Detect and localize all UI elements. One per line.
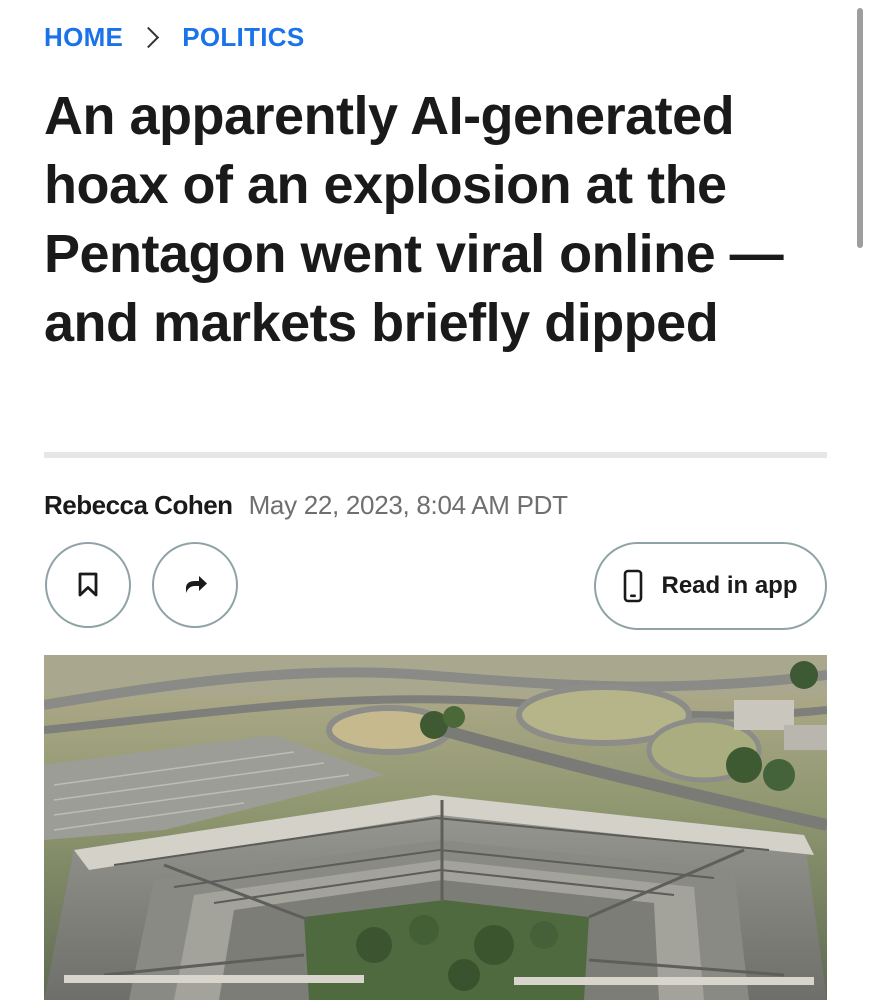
bookmark-button[interactable] <box>45 542 131 628</box>
author-name[interactable]: Rebecca Cohen <box>44 490 233 521</box>
breadcrumb-section-link[interactable]: POLITICS <box>182 22 304 53</box>
chevron-right-icon <box>138 26 160 49</box>
publish-date: May 22, 2023, 8:04 AM PDT <box>248 490 568 520</box>
read-in-app-label: Read in app <box>661 572 798 599</box>
breadcrumb: HOME POLITICS <box>44 22 305 53</box>
scrollbar[interactable] <box>857 8 863 248</box>
article-headline: An apparently AI-generated hoax of an ex… <box>44 86 784 353</box>
share-arrow-icon <box>186 576 207 593</box>
bookmark-icon <box>78 572 98 597</box>
pentagon-aerial-photo <box>44 655 827 1000</box>
byline: Rebecca Cohen May 22, 2023, 8:04 AM PDT <box>44 490 568 521</box>
breadcrumb-home-link[interactable]: HOME <box>44 22 123 53</box>
article-page: HOME POLITICS An apparently AI-generated… <box>0 0 871 1000</box>
read-in-app-button[interactable]: Read in app <box>594 542 827 630</box>
phone-icon <box>624 569 643 603</box>
divider <box>44 452 827 458</box>
share-button[interactable] <box>152 542 238 628</box>
hero-image <box>44 655 827 1000</box>
